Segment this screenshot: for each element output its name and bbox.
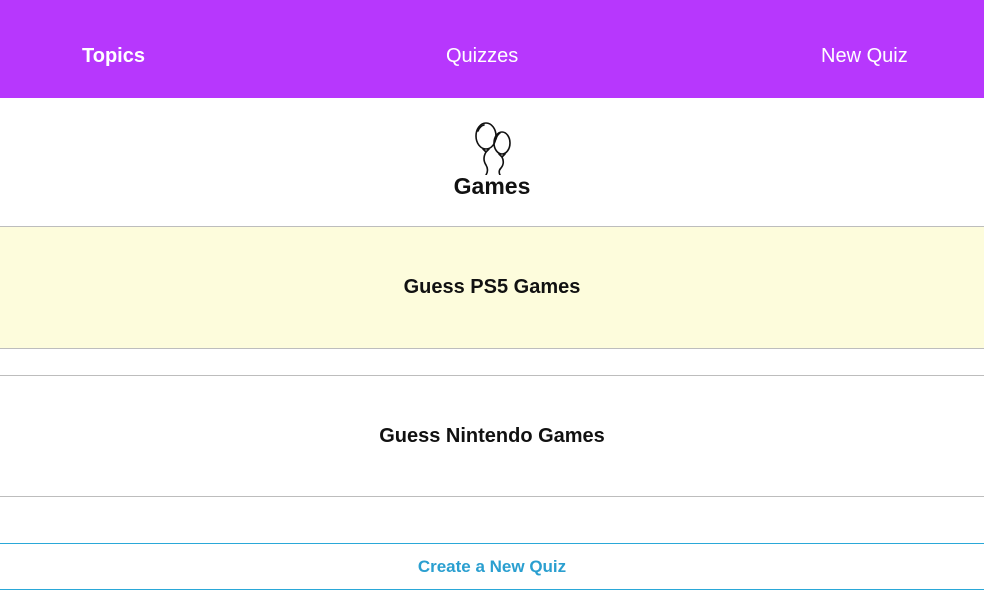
quiz-item-title: Guess Nintendo Games: [379, 424, 605, 447]
create-new-quiz-label: Create a New Quiz: [417, 556, 567, 576]
balloons-icon: [475, 122, 511, 175]
quiz-item-guess-ps5-games[interactable]: Guess PS5 Games: [0, 227, 984, 349]
quiz-item-guess-nintendo-games[interactable]: Guess Nintendo Games: [0, 375, 984, 497]
topic-header: Games: [0, 98, 984, 227]
nav-quizzes-link[interactable]: Quizzes: [446, 43, 518, 69]
topic-title: Games: [453, 173, 531, 199]
top-navbar: Topics Quizzes New Quiz: [0, 0, 984, 98]
quiz-item-title: Guess PS5 Games: [403, 276, 581, 298]
nav-topics-link[interactable]: Topics: [82, 43, 145, 69]
create-new-quiz-button[interactable]: Create a New Quiz: [0, 543, 984, 590]
nav-new-quiz-link[interactable]: New Quiz: [821, 43, 908, 69]
